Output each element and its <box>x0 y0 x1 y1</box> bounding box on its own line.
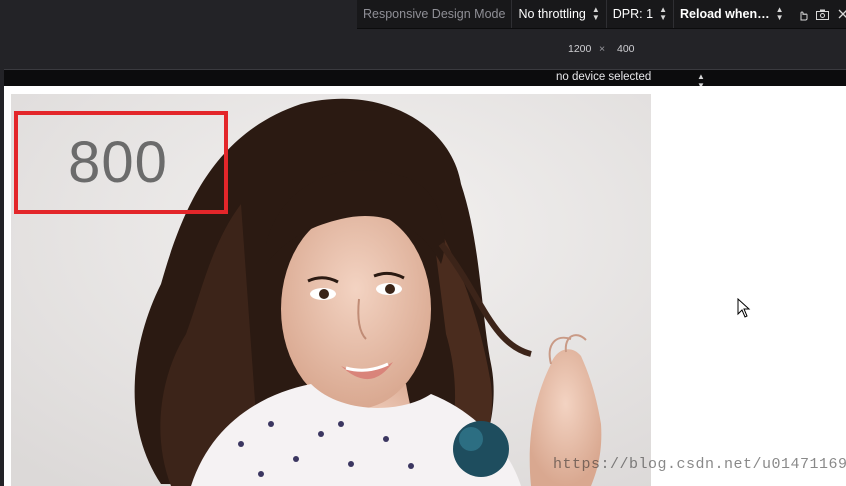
toolbar-icon-group <box>790 7 846 21</box>
throttling-select[interactable]: No throttling ▲ ▼ <box>512 0 607 28</box>
reload-when-label: Reload when… <box>680 7 770 21</box>
dpr-select-label: DPR: 1 <box>612 7 654 21</box>
viewport-height[interactable]: 400 <box>617 43 635 55</box>
viewport-size-separator: × <box>599 43 606 55</box>
reload-when-select[interactable]: Reload when… ▲ ▼ <box>674 0 790 28</box>
chevron-updown-icon: ▲▼ <box>775 5 784 22</box>
device-select[interactable]: no device selected <box>556 71 651 83</box>
chevron-updown-icon: ▲▼ <box>659 5 667 22</box>
chevron-updown-icon: ▲▼ <box>591 5 600 22</box>
dpr-select[interactable]: DPR: 1 ▲ ▼ <box>607 0 674 28</box>
touch-icon[interactable] <box>796 7 810 21</box>
watermark-text: https://blog.csdn.net/u014711690 <box>553 456 846 473</box>
device-selector-bar: no device selected ▲▼ <box>4 69 846 90</box>
overlay-number: 800 <box>68 130 168 195</box>
rdm-mode-label: Responsive Design Mode <box>357 0 513 28</box>
rdm-mode-label-text: Responsive Design Mode <box>363 7 506 21</box>
close-icon[interactable] <box>836 7 846 21</box>
rdm-toolbar: Responsive Design Mode No throttling ▲ ▼ … <box>357 0 846 29</box>
throttling-select-label: No throttling <box>518 7 586 21</box>
portrait-photo: 800 <box>11 94 651 486</box>
mouse-cursor-icon <box>737 297 751 323</box>
screenshot-icon[interactable] <box>816 7 830 21</box>
viewport-content: 800 <box>4 86 846 486</box>
highlight-box: 800 <box>14 111 228 214</box>
viewport-width[interactable]: 1200 <box>568 43 591 55</box>
